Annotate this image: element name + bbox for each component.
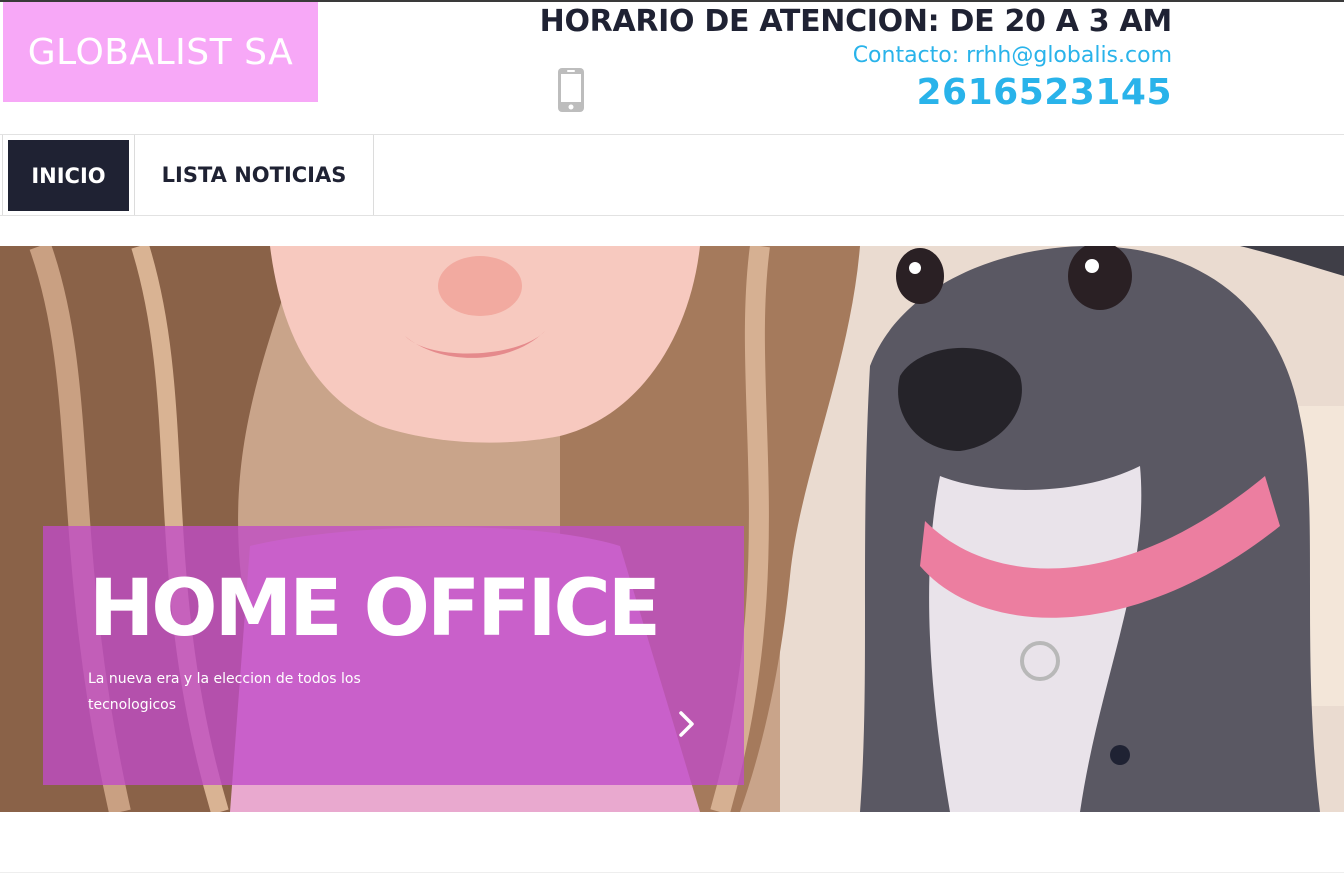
mobile-phone-icon bbox=[558, 68, 584, 112]
opening-hours: HORARIO DE ATENCION: DE 20 A 3 AM bbox=[539, 4, 1173, 39]
bottom-rule bbox=[0, 872, 1344, 873]
slide-description: La nueva era y la eleccion de todos los … bbox=[88, 671, 361, 713]
phone-number[interactable]: 2616523145 bbox=[917, 72, 1173, 113]
nav-item-lista-noticias[interactable]: LISTA NOTICIAS bbox=[134, 135, 374, 215]
slide-title: HOME OFFICE bbox=[89, 564, 661, 654]
brand-logo[interactable]: GLOBALIST SA bbox=[3, 2, 318, 102]
slide-caption: HOME OFFICE La nueva era y la eleccion d… bbox=[43, 526, 744, 785]
main-nav: INICIO LISTA NOTICIAS bbox=[0, 134, 1344, 216]
nav-divider bbox=[2, 135, 3, 215]
contact-email[interactable]: Contacto: rrhh@globalis.com bbox=[853, 43, 1172, 68]
nav-item-inicio[interactable]: INICIO bbox=[8, 140, 129, 211]
slider-dot-active[interactable] bbox=[1110, 745, 1130, 765]
chevron-right-icon[interactable] bbox=[673, 709, 699, 739]
hero-slider: HOME OFFICE La nueva era y la eleccion d… bbox=[0, 246, 1344, 812]
